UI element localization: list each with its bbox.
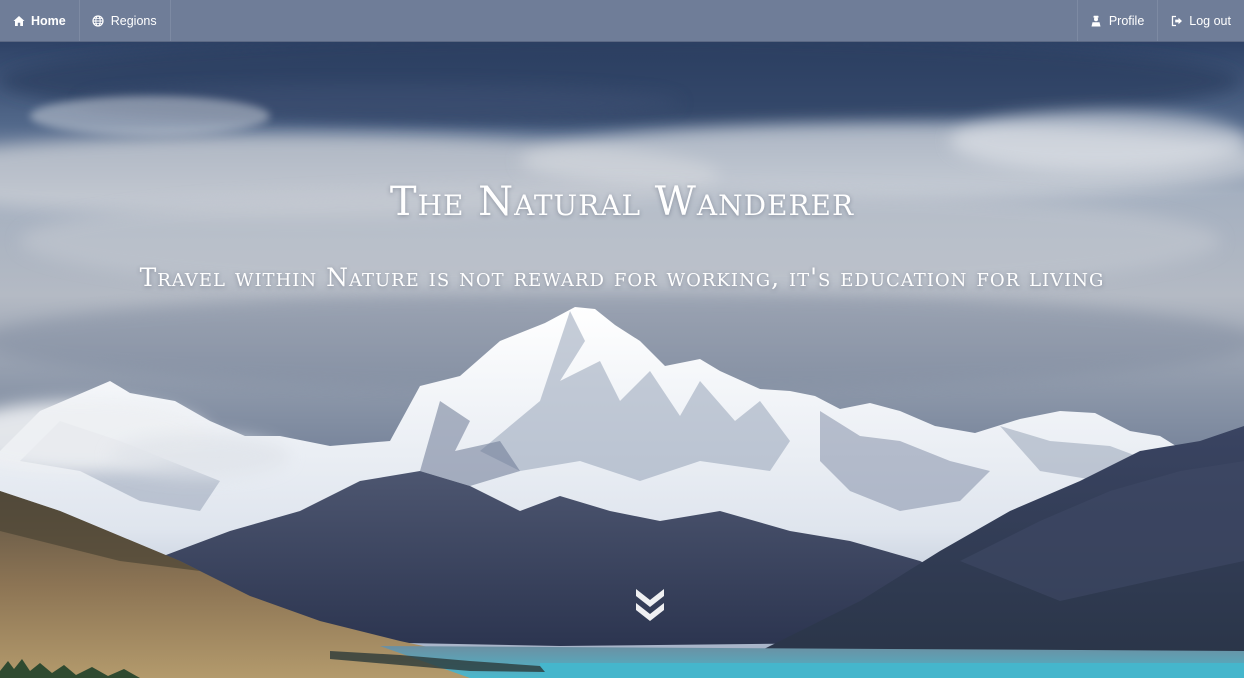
nav-logout-link[interactable]: Log out <box>1157 0 1244 41</box>
page: Home Regions Profile Log out The Natural… <box>0 0 1244 678</box>
logout-icon <box>1170 14 1183 27</box>
hero-title: The Natural Wanderer <box>389 179 855 225</box>
double-chevron-down-icon <box>636 589 664 621</box>
home-icon <box>12 14 25 27</box>
hero-section: The Natural Wanderer Travel within Natur… <box>0 41 1244 678</box>
mountain-landscape-image <box>0 41 1244 678</box>
nav-home-link[interactable]: Home <box>0 0 80 41</box>
nav-profile-link[interactable]: Profile <box>1076 0 1157 41</box>
scroll-down-button[interactable] <box>633 585 667 625</box>
nav-logout-label: Log out <box>1189 13 1231 28</box>
nav-regions-link[interactable]: Regions <box>80 0 171 41</box>
navbar-right: Profile Log out <box>1076 0 1244 41</box>
nav-home-label: Home <box>31 13 66 28</box>
hero-subtitle: Travel within Nature is not reward for w… <box>139 263 1105 292</box>
top-navbar: Home Regions Profile Log out <box>0 0 1244 42</box>
user-icon <box>1090 14 1103 27</box>
nav-profile-label: Profile <box>1108 13 1145 28</box>
globe-icon <box>92 14 105 27</box>
nav-regions-label: Regions <box>110 13 157 28</box>
navbar-left: Home Regions <box>0 0 171 41</box>
